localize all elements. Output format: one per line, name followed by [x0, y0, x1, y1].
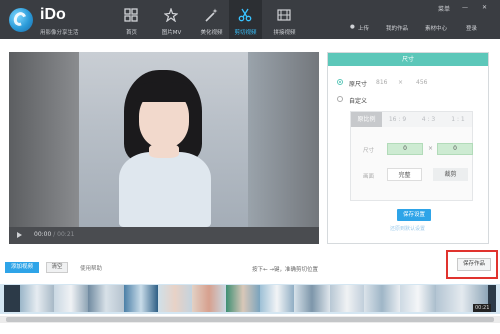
crop-label: 画面 [363, 174, 375, 180]
ratio-tab-original[interactable]: 原比例 [351, 112, 382, 127]
timeline-scrollbar[interactable] [0, 316, 500, 323]
brand-slogan: 用影像分享生活 [40, 30, 79, 36]
add-video-button[interactable]: 添加视频 [5, 262, 39, 273]
original-height: 456 [416, 79, 428, 86]
upload-icon: ● [350, 24, 355, 30]
timeline-thumb [158, 285, 192, 312]
menu-button[interactable]: 菜单 [438, 4, 450, 13]
timeline-thumb [400, 285, 436, 312]
login-link[interactable]: 登录 [466, 24, 477, 32]
logo-icon [9, 8, 33, 32]
nav-photo-mv[interactable]: 图片MV [155, 0, 188, 39]
full-mode-button[interactable]: 完整 [387, 168, 422, 181]
clear-button[interactable]: 清空 [46, 262, 68, 273]
close-button[interactable]: ✕ [482, 4, 487, 11]
brand-name: iDo [40, 6, 66, 23]
restore-defaults-link[interactable]: 还原到默认设置 [390, 225, 425, 232]
timeline-thumb [364, 285, 400, 312]
height-input[interactable]: 0 [437, 143, 473, 155]
nav-home-label: 首页 [125, 30, 137, 36]
save-settings-button[interactable]: 保存设置 [397, 209, 431, 221]
material-center-link[interactable]: 素材中心 [425, 24, 447, 32]
scrollbar-thumb[interactable] [6, 317, 494, 322]
timeline-thumb [226, 285, 260, 312]
original-size-label: 原尺寸 [349, 81, 368, 88]
ratio-tab-1-1[interactable]: 1 : 1 [444, 112, 472, 127]
nav-photo-mv-label: 图片MV [161, 30, 182, 36]
nav-home[interactable]: 首页 [115, 0, 148, 39]
timeline-thumb [330, 285, 364, 312]
video-frame [79, 52, 248, 227]
magic-wand-icon [205, 8, 218, 22]
dimension-label: 尺寸 [363, 148, 375, 154]
star-figure-icon [164, 8, 178, 22]
crop-mode-button[interactable]: 裁剪 [433, 168, 468, 181]
width-input[interactable]: 0 [387, 143, 423, 155]
ratio-tab-16-9[interactable]: 16 : 9 [382, 112, 413, 127]
custom-size-radio[interactable] [337, 96, 343, 102]
original-width: 816 [376, 79, 388, 86]
dimension-separator: × [428, 145, 434, 152]
help-link[interactable]: 使用帮助 [80, 264, 102, 272]
grid-icon [124, 8, 138, 22]
custom-size-box: 原比例 16 : 9 4 : 3 1 : 1 尺寸 0 × 0 画面 完整 裁剪 [350, 111, 473, 201]
custom-size-label: 自定义 [349, 98, 368, 105]
timeline-timecode: 00:21 [473, 304, 492, 312]
current-time: 00:00 [34, 231, 52, 238]
nav-cut-video[interactable]: 剪切视频 [229, 0, 262, 39]
scissors-icon [238, 8, 252, 22]
timeline-thumb [54, 285, 88, 312]
timeline-thumb [294, 285, 330, 312]
timeline-thumb [192, 285, 226, 312]
upload-link[interactable]: 上传 [358, 24, 369, 32]
time-readout: 00:00 / 00:21 [34, 231, 75, 238]
play-icon[interactable] [17, 232, 22, 238]
size-panel-title: 尺寸 [328, 53, 488, 66]
video-blur-right [248, 52, 319, 227]
minimize-button[interactable]: — [462, 4, 468, 11]
duration: 00:21 [57, 231, 75, 238]
save-work-button[interactable]: 保存作品 [457, 258, 491, 271]
original-size-radio[interactable] [337, 79, 343, 85]
video-blur-left [9, 52, 79, 227]
timeline-thumb [88, 285, 124, 312]
cut-hint-text: 按下← →键，准确剪切位置 [252, 267, 318, 273]
timeline-handle-left[interactable] [4, 285, 20, 312]
my-works-link[interactable]: 我的作品 [386, 24, 408, 32]
video-preview[interactable] [9, 52, 319, 227]
size-panel: 尺寸 原尺寸 816 × 456 自定义 原比例 16 : 9 4 : 3 1 … [327, 52, 489, 244]
nav-merge-video-label: 拼接视频 [273, 30, 296, 36]
film-strip-icon [277, 9, 291, 21]
timeline-thumb [260, 285, 294, 312]
timeline-thumb [20, 285, 54, 312]
nav-merge-video[interactable]: 拼接视频 [268, 0, 301, 39]
timeline-strip[interactable] [0, 284, 500, 314]
timeline-thumb [124, 285, 158, 312]
ratio-tab-4-3[interactable]: 4 : 3 [413, 112, 444, 127]
player-control-bar: 00:00 / 00:21 [9, 227, 319, 244]
